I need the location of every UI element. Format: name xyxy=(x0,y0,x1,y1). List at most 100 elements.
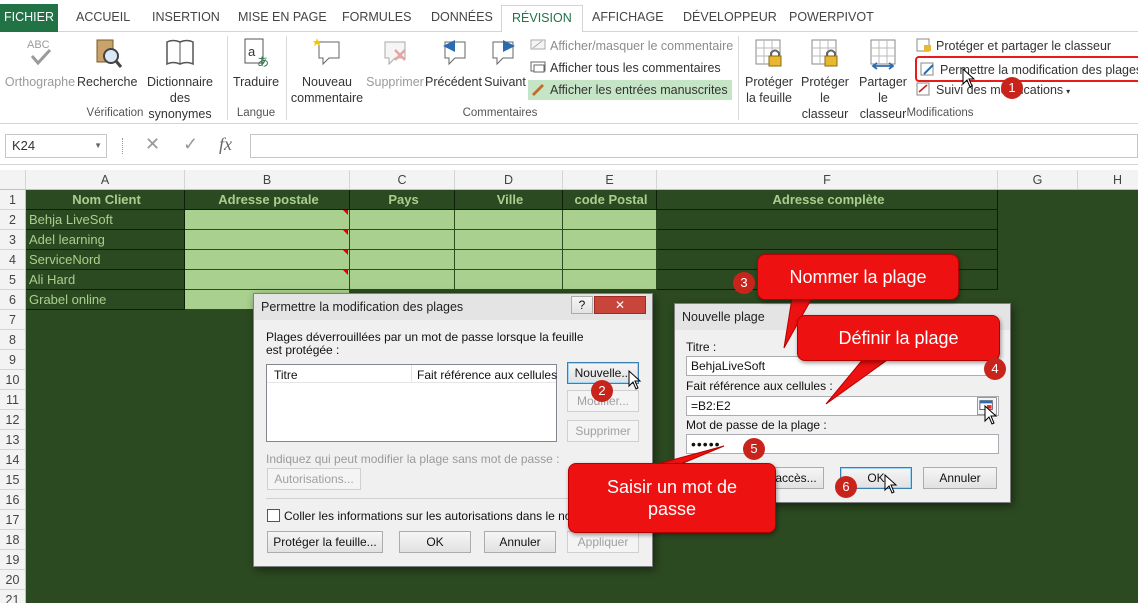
ok-button[interactable]: OK xyxy=(399,531,471,553)
appliquer-button[interactable]: Appliquer xyxy=(567,531,639,553)
afficher-masquer-commentaire-button[interactable]: Afficher/masquer le commentaire xyxy=(530,36,733,56)
row-header[interactable]: 15 xyxy=(0,470,26,490)
row-header[interactable]: 14 xyxy=(0,450,26,470)
adresse-cell[interactable] xyxy=(185,210,350,230)
orthographe-button[interactable]: ABC Orthographe xyxy=(4,36,76,90)
ville-cell[interactable] xyxy=(455,250,563,270)
tab-developpeur[interactable]: DÉVELOPPEUR xyxy=(673,5,787,32)
cancel-icon[interactable]: ✕ xyxy=(145,134,160,155)
row-header[interactable]: 16 xyxy=(0,490,26,510)
adresse-complete-cell[interactable] xyxy=(657,210,998,230)
proteger-partager-classeur-button[interactable]: Protéger et partager le classeur xyxy=(916,36,1111,56)
row-header[interactable]: 2 xyxy=(0,210,26,230)
table-header-pays[interactable]: Pays xyxy=(350,190,455,210)
column-header-a[interactable]: A xyxy=(26,170,185,190)
tab-affichage[interactable]: AFFICHAGE xyxy=(582,5,674,32)
coller-checkbox[interactable] xyxy=(267,509,280,522)
annuler-button[interactable]: Annuler xyxy=(484,531,556,553)
supprimer-commentaire-button[interactable]: Supprimer xyxy=(366,36,424,90)
name-box[interactable]: K24 ▼ xyxy=(5,134,107,158)
column-header-f[interactable]: F xyxy=(657,170,998,190)
row-header[interactable]: 3 xyxy=(0,230,26,250)
row-header[interactable]: 1 xyxy=(0,190,26,210)
tab-formules[interactable]: FORMULES xyxy=(332,5,421,32)
row-header[interactable]: 19 xyxy=(0,550,26,570)
tab-powerpivot[interactable]: POWERPIVOT xyxy=(779,5,884,32)
plages-list[interactable]: Titre Fait référence aux cellules xyxy=(266,364,557,442)
permettre-modification-plages-button[interactable]: Permettre la modification des plages xyxy=(915,56,1138,82)
afficher-entrees-manuscrites-button[interactable]: Afficher les entrées manuscrites xyxy=(528,80,732,100)
enter-icon[interactable]: ✓ xyxy=(183,134,198,155)
row-header[interactable]: 4 xyxy=(0,250,26,270)
suivant-button[interactable]: Suivant xyxy=(482,36,528,90)
close-button[interactable]: ✕ xyxy=(594,296,646,314)
proteger-feuille-dialog-button[interactable]: Protéger la feuille... xyxy=(267,531,383,553)
code-postal-cell[interactable] xyxy=(563,210,657,230)
col-titre-header[interactable]: Titre xyxy=(274,368,298,382)
column-header-d[interactable]: D xyxy=(455,170,563,190)
afficher-tous-commentaires-button[interactable]: Afficher tous les commentaires xyxy=(530,58,721,78)
tab-mise-en-page[interactable]: MISE EN PAGE xyxy=(228,5,337,32)
tab-accueil[interactable]: ACCUEIL xyxy=(66,5,140,32)
row-header[interactable]: 8 xyxy=(0,330,26,350)
adresse-complete-cell[interactable] xyxy=(657,230,998,250)
recherche-button[interactable]: Recherche xyxy=(77,36,137,90)
row-header[interactable]: 9 xyxy=(0,350,26,370)
pays-cell[interactable] xyxy=(350,250,455,270)
tab-insertion[interactable]: INSERTION xyxy=(142,5,230,32)
ref-input[interactable]: =B2:E2 xyxy=(686,396,999,416)
ville-cell[interactable] xyxy=(455,210,563,230)
adresse-cell[interactable] xyxy=(185,250,350,270)
adresse-cell[interactable] xyxy=(185,230,350,250)
pays-cell[interactable] xyxy=(350,270,455,290)
row-header[interactable]: 5 xyxy=(0,270,26,290)
mot-de-passe-input[interactable]: ••••• xyxy=(686,434,999,454)
ville-cell[interactable] xyxy=(455,230,563,250)
autorisations-button[interactable]: Autorisations... xyxy=(267,468,361,490)
tab-fichier[interactable]: FICHIER xyxy=(0,4,58,32)
row-header[interactable]: 20 xyxy=(0,570,26,590)
row-header[interactable]: 7 xyxy=(0,310,26,330)
row-header[interactable]: 12 xyxy=(0,410,26,430)
annuler-button[interactable]: Annuler xyxy=(923,467,997,489)
row-header[interactable]: 18 xyxy=(0,530,26,550)
client-name-cell[interactable]: Ali Hard xyxy=(26,270,185,290)
table-header-adresse-postale[interactable]: Adresse postale xyxy=(185,190,350,210)
adresse-cell[interactable] xyxy=(185,270,350,290)
precedent-button[interactable]: Précédent xyxy=(425,36,482,90)
row-header[interactable]: 21 xyxy=(0,590,26,603)
table-header-code-postal[interactable]: code Postal xyxy=(563,190,657,210)
table-header-nom-client[interactable]: Nom Client xyxy=(26,190,185,210)
client-name-cell[interactable]: Adel learning xyxy=(26,230,185,250)
supprimer-button[interactable]: Supprimer xyxy=(567,420,639,442)
client-name-cell[interactable]: Behja LiveSoft xyxy=(26,210,185,230)
table-header-ville[interactable]: Ville xyxy=(455,190,563,210)
row-header[interactable]: 11 xyxy=(0,390,26,410)
column-header-c[interactable]: C xyxy=(350,170,455,190)
ville-cell[interactable] xyxy=(455,270,563,290)
tab-revision[interactable]: RÉVISION xyxy=(501,5,583,33)
code-postal-cell[interactable] xyxy=(563,230,657,250)
code-postal-cell[interactable] xyxy=(563,250,657,270)
fx-icon[interactable]: fx xyxy=(219,134,232,155)
column-header-b[interactable]: B xyxy=(185,170,350,190)
autorisations-acces-button[interactable]: accès... xyxy=(768,467,824,489)
nouveau-commentaire-button[interactable]: Nouveau commentaire xyxy=(288,36,366,106)
formula-input[interactable] xyxy=(250,134,1138,158)
traduire-button[interactable]: a あ Traduire xyxy=(229,36,283,90)
pays-cell[interactable] xyxy=(350,230,455,250)
tab-donnees[interactable]: DONNÉES xyxy=(421,5,503,32)
proteger-classeur-button[interactable]: Protéger le classeur xyxy=(796,36,854,122)
client-name-cell[interactable]: Grabel online xyxy=(26,290,185,310)
client-name-cell[interactable]: ServiceNord xyxy=(26,250,185,270)
column-header-g[interactable]: G xyxy=(998,170,1078,190)
table-header-adresse-complete[interactable]: Adresse complète xyxy=(657,190,998,210)
column-header-h[interactable]: H xyxy=(1078,170,1138,190)
help-button[interactable]: ? xyxy=(571,296,593,314)
row-header[interactable]: 17 xyxy=(0,510,26,530)
column-header-e[interactable]: E xyxy=(563,170,657,190)
formula-bar-splitter[interactable] xyxy=(122,138,124,154)
row-header[interactable]: 6 xyxy=(0,290,26,310)
code-postal-cell[interactable] xyxy=(563,270,657,290)
row-header[interactable]: 13 xyxy=(0,430,26,450)
